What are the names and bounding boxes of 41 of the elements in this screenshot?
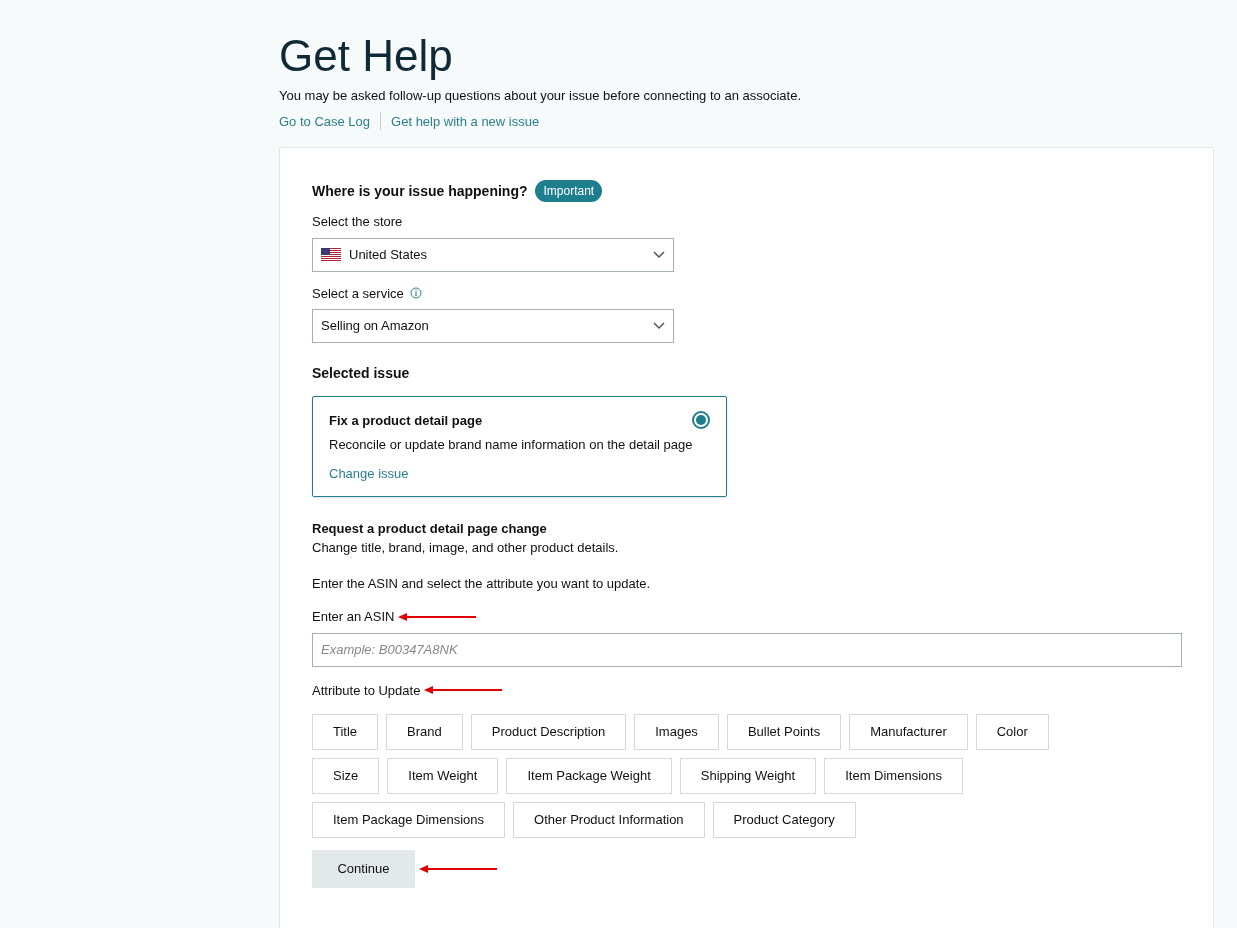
attribute-option[interactable]: Images bbox=[634, 714, 719, 750]
issue-title: Fix a product detail page bbox=[329, 412, 483, 430]
attribute-option[interactable]: Title bbox=[312, 714, 379, 750]
attribute-option[interactable]: Size bbox=[312, 758, 380, 794]
info-icon[interactable] bbox=[409, 287, 422, 300]
continue-button[interactable]: Continue bbox=[312, 850, 415, 888]
attribute-option[interactable]: Bullet Points bbox=[726, 714, 842, 750]
attribute-option[interactable]: Item Package Dimensions bbox=[312, 802, 505, 838]
important-badge: Important bbox=[535, 180, 603, 202]
field-label: Enter an ASIN bbox=[312, 608, 395, 626]
field-label: Select the store bbox=[312, 213, 404, 231]
section-heading: Selected issue bbox=[312, 364, 411, 383]
section-heading: Where is your issue happening? bbox=[312, 181, 528, 201]
radio-button[interactable] bbox=[692, 411, 710, 429]
attribute-option[interactable]: Other Product Information bbox=[513, 802, 705, 838]
attribute-option[interactable]: Product Category bbox=[712, 802, 856, 838]
attribute-option[interactable]: Color bbox=[975, 714, 1049, 750]
nav-link[interactable]: Go to Case Log bbox=[279, 111, 371, 131]
page-title: Get Help bbox=[279, 30, 454, 82]
field-label: Select a service bbox=[312, 284, 404, 303]
attribute-option[interactable]: Item Dimensions bbox=[824, 758, 963, 794]
flag-icon bbox=[321, 247, 341, 262]
chevron-down-icon bbox=[653, 250, 665, 259]
attribute-option[interactable]: Item Package Weight bbox=[506, 758, 672, 794]
store-dropdown[interactable]: United States bbox=[312, 237, 674, 272]
section-description: Change title, brand, image, and other product details. bbox=[312, 539, 620, 557]
page-subtitle: You may be asked follow-up questions about your issue before connecting to an associate. bbox=[279, 87, 803, 105]
attribute-option[interactable]: Manufacturer bbox=[849, 714, 968, 750]
attribute-option[interactable]: Brand bbox=[386, 714, 463, 750]
instruction-text: Enter the ASIN and select the attribute you want to update. bbox=[312, 574, 652, 593]
attribute-option[interactable]: Product Description bbox=[470, 714, 627, 750]
service-dropdown[interactable]: Selling on Amazon bbox=[312, 309, 674, 343]
chevron-down-icon bbox=[653, 322, 665, 330]
nav-link[interactable]: Get help with a new issue bbox=[391, 111, 540, 131]
issue-description: Reconcile or update brand name information on the detail page bbox=[329, 435, 694, 454]
field-label: Attribute to Update bbox=[312, 681, 421, 700]
change-issue-link[interactable]: Change issue bbox=[329, 464, 409, 484]
attribute-option[interactable]: Item Weight bbox=[387, 758, 499, 794]
asin-input-field[interactable]: Example: B00347A8NK bbox=[312, 632, 1182, 667]
section-heading: Request a product detail page change bbox=[312, 519, 548, 538]
attribute-option[interactable]: Shipping Weight bbox=[679, 758, 817, 794]
